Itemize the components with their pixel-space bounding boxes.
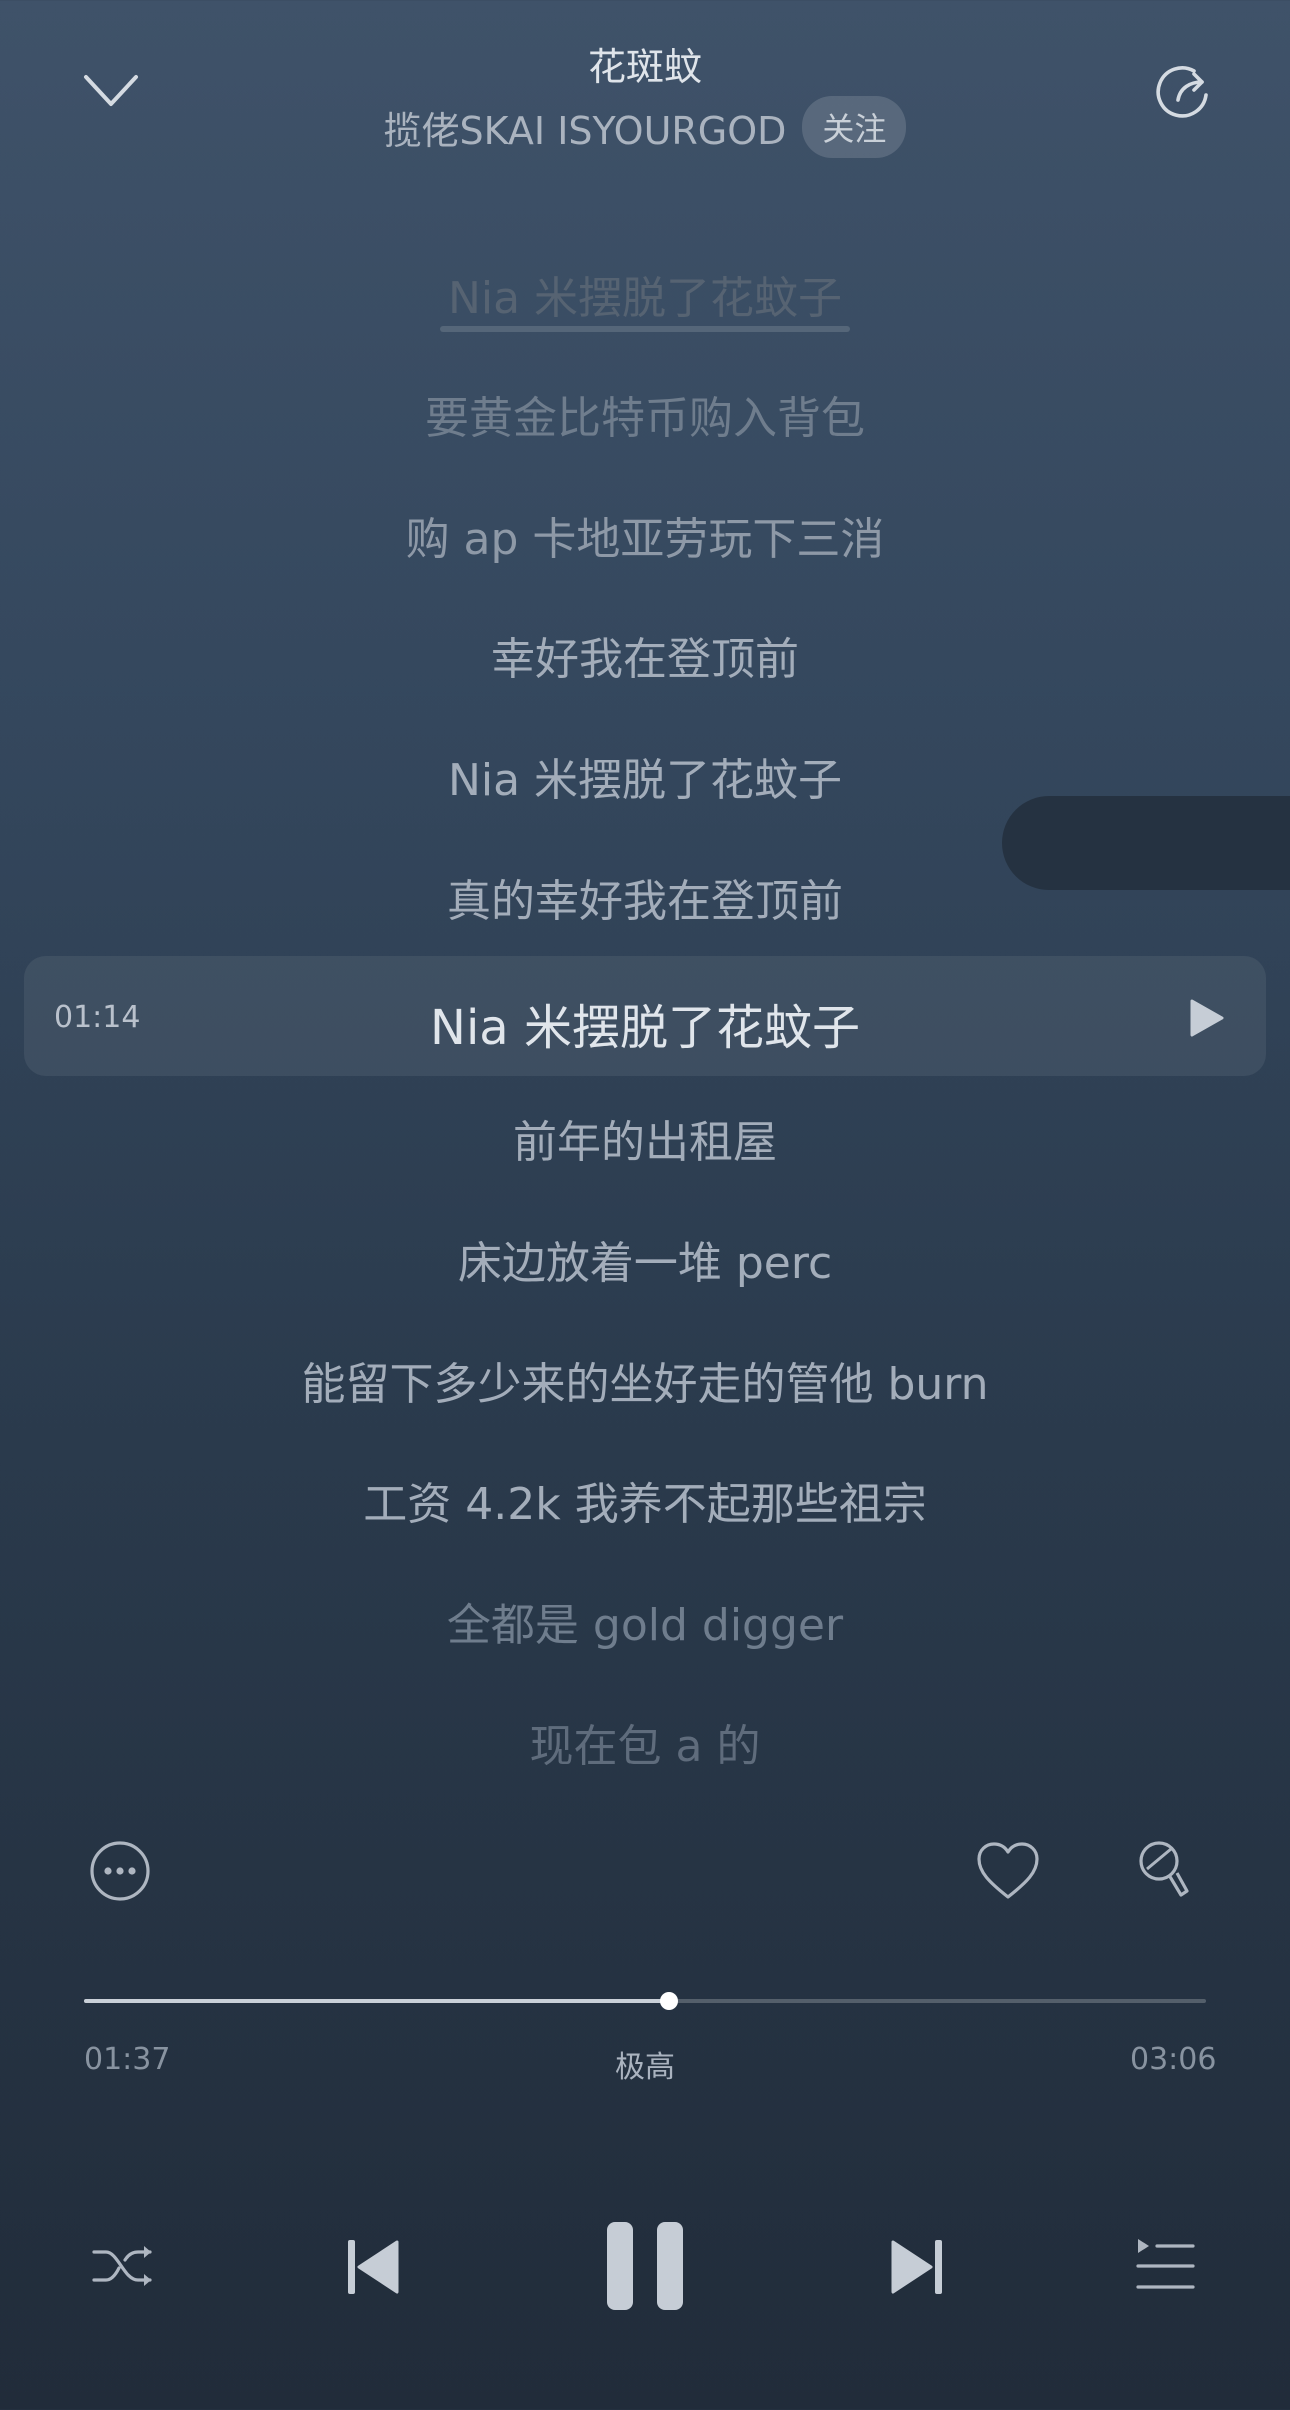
share-button[interactable] xyxy=(1150,58,1220,128)
previous-button[interactable] xyxy=(340,2232,406,2302)
quality-button[interactable]: 极高 xyxy=(0,2042,1290,2086)
lyric-line[interactable]: 能留下多少来的坐好走的管他 burn xyxy=(0,1348,1290,1412)
more-icon xyxy=(90,1841,150,1901)
artist-row: 揽佬SKAI ISYOURGOD 关注 xyxy=(0,96,1290,158)
current-lyric-line[interactable]: Nia 米摆脱了花蚊子 xyxy=(0,988,1290,1058)
lyric-line[interactable]: 幸好我在登顶前 xyxy=(0,623,1290,687)
next-icon xyxy=(891,2240,942,2294)
lyric-line[interactable]: 工资 4.2k 我养不起那些祖宗 xyxy=(0,1468,1290,1532)
lyric-line[interactable]: 前年的出租屋 xyxy=(0,1106,1290,1170)
lyric-line[interactable]: Nia 米摆脱了花蚊子 xyxy=(0,262,1290,326)
artist-name[interactable]: 揽佬SKAI ISYOURGOD xyxy=(384,100,787,155)
song-title: 花斑蚊 xyxy=(587,45,702,89)
side-tab[interactable] xyxy=(1002,796,1290,890)
playlist-icon xyxy=(1136,2239,1195,2289)
lyric-line[interactable]: 要黄金比特币购入背包 xyxy=(0,382,1290,446)
share-icon xyxy=(1156,66,1208,118)
pause-icon xyxy=(607,2222,683,2310)
play-icon xyxy=(1190,999,1224,1037)
lyric-line[interactable]: 现在包 a 的 xyxy=(0,1710,1290,1774)
lyric-line[interactable]: 全都是 gold digger xyxy=(0,1589,1290,1653)
heart-icon xyxy=(977,1842,1039,1899)
playlist-button[interactable] xyxy=(1130,2230,1200,2302)
seek-play-button[interactable] xyxy=(1186,998,1226,1038)
progress-fill xyxy=(84,1999,670,2003)
total-time: 03:06 xyxy=(1130,2042,1217,2077)
shuffle-button[interactable] xyxy=(84,2230,164,2302)
shuffle-icon xyxy=(92,2246,152,2286)
sing-button[interactable] xyxy=(1130,1836,1200,1906)
progress-thumb[interactable] xyxy=(660,1992,679,2010)
lyric-line[interactable]: 床边放着一堆 perc xyxy=(0,1227,1290,1291)
follow-button[interactable]: 关注 xyxy=(802,96,907,158)
like-button[interactable] xyxy=(973,1836,1043,1906)
more-button[interactable] xyxy=(85,1836,155,1906)
next-button[interactable] xyxy=(884,2232,950,2302)
pause-button[interactable] xyxy=(600,2218,690,2314)
lyric-line[interactable]: 购 ap 卡地亚劳玩下三消 xyxy=(0,503,1290,567)
lyric-highlight-bar xyxy=(440,326,850,332)
previous-icon xyxy=(348,2240,399,2294)
microphone-icon xyxy=(1139,1841,1189,1897)
